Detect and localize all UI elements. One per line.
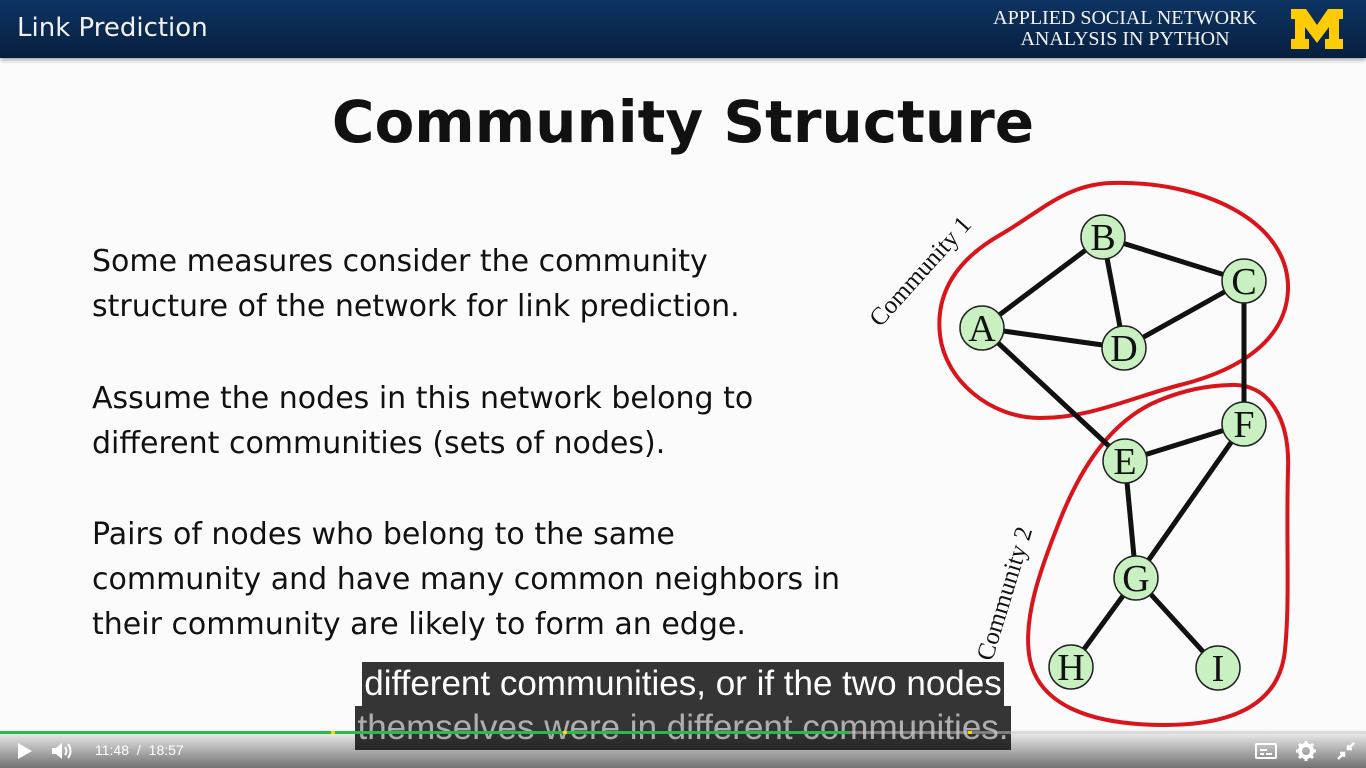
chapter-marker xyxy=(968,731,972,734)
node-label: D xyxy=(1110,328,1137,370)
chapter-marker xyxy=(563,731,567,734)
edge-F-G xyxy=(1133,422,1247,580)
current-time: 11:48 xyxy=(95,742,129,758)
node-label: C xyxy=(1231,261,1256,303)
course-title-line-2: ANALYSIS IN PYTHON xyxy=(1020,28,1230,50)
node-A: A xyxy=(959,305,1005,351)
node-G: G xyxy=(1113,555,1159,601)
network-diagram: Community 1 Community 2 ABCDEFGH I xyxy=(864,180,1291,728)
caption-line-2-wrap: themselves were in different communities… xyxy=(0,706,1366,750)
paragraph-line: community and have many common neighbors… xyxy=(92,562,841,597)
section-title: Link Prediction xyxy=(17,13,208,43)
paragraph-line: different communities (sets of nodes). xyxy=(92,426,666,461)
caption-line-2: themselves were in different communities… xyxy=(355,706,1011,750)
node-C: C xyxy=(1221,258,1267,304)
slide-title: Community Structure xyxy=(331,88,1035,156)
node-B: B xyxy=(1080,214,1126,260)
progress-fill xyxy=(0,731,850,734)
chapter-marker xyxy=(331,731,335,734)
exit-fullscreen-icon[interactable] xyxy=(1336,741,1356,761)
caption-line-1-wrap: different communities, or if the two nod… xyxy=(0,662,1366,706)
play-icon[interactable] xyxy=(16,741,34,761)
paragraph-line: Assume the nodes in this network belong … xyxy=(92,381,754,416)
course-title-line-1: APPLIED SOCIAL NETWORK xyxy=(993,7,1257,29)
node-E: E xyxy=(1102,438,1148,484)
node-label: G xyxy=(1122,558,1149,600)
node-label: E xyxy=(1113,441,1136,483)
node-D: D xyxy=(1101,325,1147,371)
caption-line-1: different communities, or if the two nod… xyxy=(362,662,1004,706)
volume-icon[interactable] xyxy=(50,741,74,761)
node-label: B xyxy=(1090,217,1115,259)
community-1-label: Community 1 xyxy=(864,211,977,332)
node-label: A xyxy=(968,308,996,350)
paragraph-line: their community are likely to form an ed… xyxy=(92,607,746,642)
paragraph-line: Some measures consider the community xyxy=(92,244,708,279)
paragraph-line: structure of the network for link predic… xyxy=(92,289,740,324)
time-separator: / xyxy=(136,742,141,758)
paragraph-2: Assume the nodes in this network belong … xyxy=(92,376,872,466)
duration: 18:57 xyxy=(148,742,184,758)
progress-bar[interactable] xyxy=(0,731,1366,734)
paragraph-line: Pairs of nodes who belong to the same xyxy=(92,517,675,552)
node-F: F xyxy=(1221,401,1267,447)
course-title: APPLIED SOCIAL NETWORK ANALYSIS IN PYTHO… xyxy=(980,8,1270,50)
time-display: 11:48 / 18:57 xyxy=(95,742,184,758)
settings-icon[interactable] xyxy=(1295,740,1317,762)
node-label: F xyxy=(1233,404,1254,446)
paragraph-1: Some measures consider the community str… xyxy=(92,239,872,329)
university-logo xyxy=(1291,9,1343,49)
captions-icon[interactable] xyxy=(1255,742,1277,760)
header-bar: Link Prediction APPLIED SOCIAL NETWORK A… xyxy=(0,0,1366,58)
paragraph-3: Pairs of nodes who belong to the same co… xyxy=(92,512,872,647)
